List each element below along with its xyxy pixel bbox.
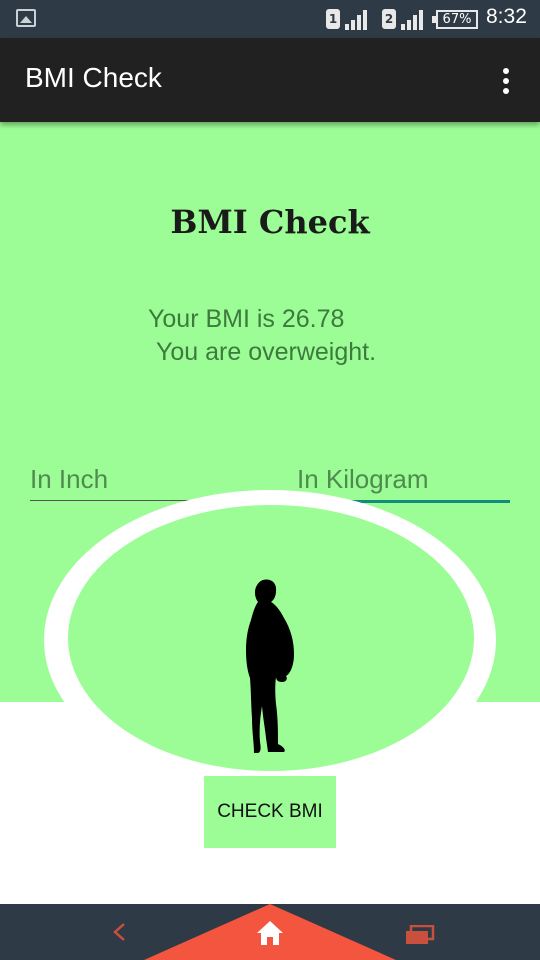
bmi-value-text: Your BMI is 26.78 bbox=[148, 305, 345, 333]
status-bar: 1 2 67% 8:32 bbox=[0, 0, 540, 38]
height-input[interactable] bbox=[30, 462, 243, 496]
status-time: 8:32 bbox=[486, 5, 527, 28]
app-title: BMI Check bbox=[25, 62, 162, 93]
navigation-bar bbox=[0, 904, 540, 960]
bmi-category-text: You are overweight. bbox=[156, 338, 377, 366]
bmi-result: Your BMI is 26.78 You are overweight. bbox=[148, 303, 376, 369]
app-bar: BMI Check bbox=[0, 38, 540, 122]
sim2-signal-icon bbox=[401, 8, 427, 30]
gallery-icon bbox=[16, 9, 36, 27]
check-bmi-button[interactable]: CHECK BMI bbox=[204, 776, 336, 848]
page-heading: BMI Check bbox=[170, 203, 370, 241]
recent-apps-icon[interactable] bbox=[405, 925, 435, 945]
sim1-signal-icon bbox=[345, 8, 371, 30]
home-icon[interactable] bbox=[256, 920, 284, 946]
battery-icon: 67% bbox=[432, 10, 478, 29]
overflow-menu-icon[interactable] bbox=[498, 66, 514, 96]
weight-input[interactable] bbox=[297, 462, 510, 496]
sim1-icon: 1 bbox=[326, 9, 340, 29]
back-icon[interactable] bbox=[110, 922, 130, 942]
sim2-icon: 2 bbox=[382, 9, 396, 29]
person-silhouette-icon bbox=[246, 579, 294, 753]
